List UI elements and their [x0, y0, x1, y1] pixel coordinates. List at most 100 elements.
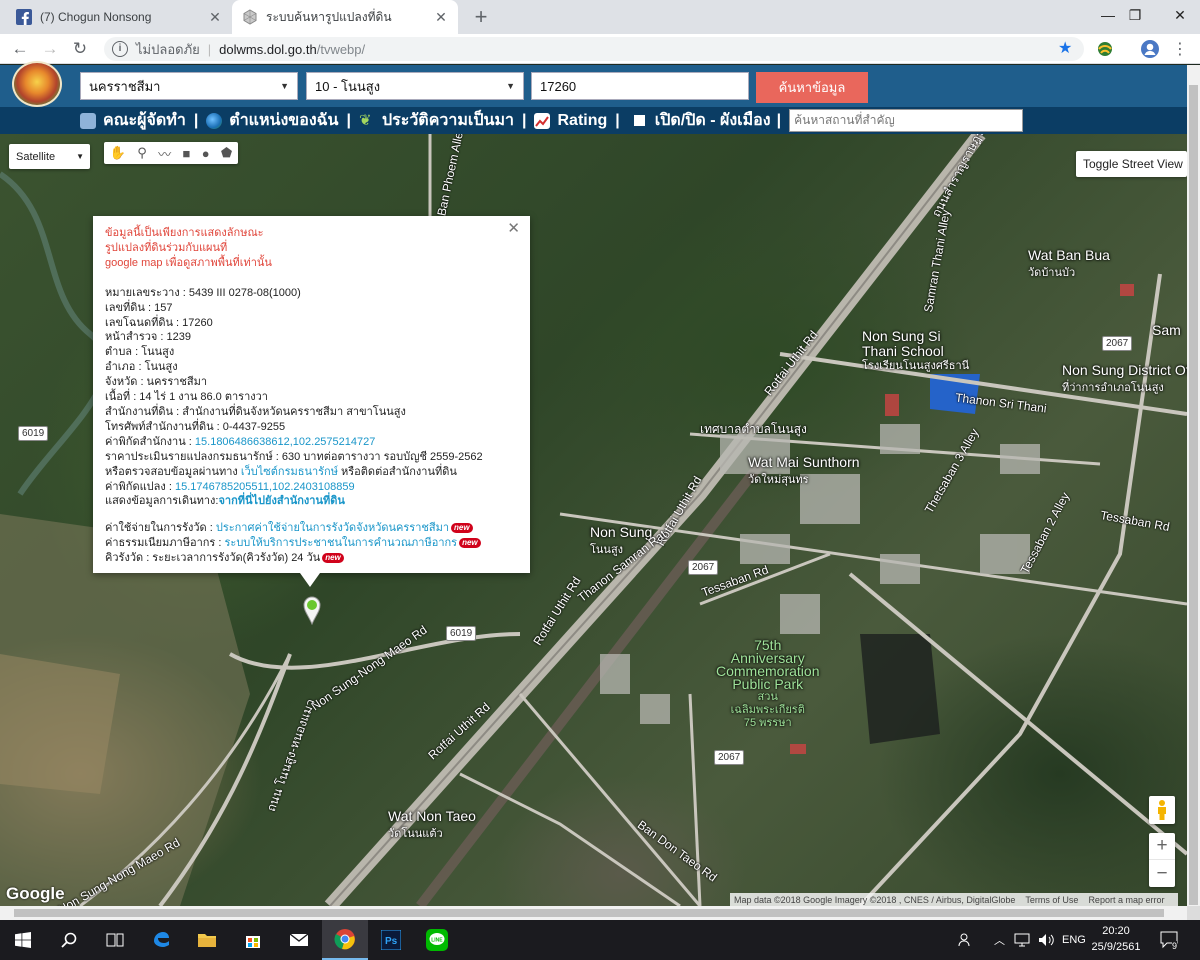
network-icon[interactable]	[1014, 920, 1030, 960]
info-icon[interactable]: i	[112, 41, 128, 57]
close-tab-icon[interactable]: ✕	[434, 9, 448, 26]
new-badge: new	[451, 523, 473, 534]
parcel-info-window: ✕ ข้อมูลนี้เป็นเพียงการแสดงลักษณะ รูปแปล…	[93, 216, 530, 573]
file-explorer-icon[interactable]	[184, 920, 230, 960]
start-windows-icon[interactable]	[0, 920, 46, 960]
marker-tool-icon[interactable]: ⚲	[137, 145, 147, 161]
office-coordinate-link[interactable]: 15.1806486638612,102.2575214727	[195, 436, 375, 448]
satellite-map[interactable]: Wat Ban Bua วัดบ้านบัว Non Sung Si Thani S…	[0, 134, 1187, 906]
task-view-icon[interactable]	[92, 920, 138, 960]
province-select[interactable]: นครราชสีมา ▼	[80, 72, 298, 100]
bookmark-star-icon[interactable]: ★	[1058, 38, 1072, 58]
drawing-toolbar: ✋ ⚲ 〰 ■ ● ⬟	[104, 142, 238, 164]
office-coordinate-label: ค่าพิกัดสำนักงาน :	[105, 435, 195, 448]
zoom-out-button[interactable]: −	[1149, 860, 1175, 887]
survey-fee-row: ค่าใช้จ่ายในการรังวัด : ประกาศค่าใช้จ่าย…	[105, 521, 518, 536]
site-menu-bar: คณะผู้จัดทำ | ตำแหน่งของฉัน | ❦ ประวัติค…	[0, 107, 1187, 134]
map-label-municipality: เทศบาลตำบลโนนสูง	[700, 422, 807, 436]
hand-icon[interactable]: ✋	[110, 145, 126, 161]
forward-icon[interactable]: →	[38, 37, 62, 61]
parcel-number-value: 17260	[540, 78, 577, 94]
photoshop-icon[interactable]: Ps	[368, 920, 414, 960]
notification-count: 9	[1172, 941, 1178, 951]
parcel-number-input[interactable]: 17260	[531, 72, 749, 100]
tab-dol-parcel-search[interactable]: ระบบค้นหารูปแปลงที่ดิน ✕	[232, 0, 458, 34]
vertical-scrollbar[interactable]	[1187, 65, 1200, 906]
svg-text:Ps: Ps	[385, 936, 398, 947]
new-badge: new	[322, 553, 344, 564]
divider: |	[346, 111, 351, 129]
survey-fee-link[interactable]: ประกาศค่าใช้จ่ายในการรังวัดจังหวัดนครราช…	[216, 522, 449, 534]
polyline-tool-icon[interactable]: 〰	[158, 144, 171, 163]
city-plan-checkbox[interactable]	[633, 115, 645, 126]
zoom-in-button[interactable]: +	[1149, 833, 1175, 860]
district-value: 10 - โนนสูง	[315, 78, 381, 94]
menu-item-team[interactable]: คณะผู้จัดทำ	[80, 108, 186, 133]
search-icon[interactable]	[46, 920, 92, 960]
edge-browser-icon[interactable]	[138, 920, 184, 960]
input-language[interactable]: ENG	[1062, 920, 1086, 960]
place-search-input[interactable]: ค้นหาสถานที่สำคัญ	[789, 109, 1024, 132]
restore-button[interactable]: ❐	[1112, 0, 1158, 30]
parcel-marker-icon[interactable]	[302, 595, 322, 625]
line-app-icon[interactable]: LINE	[414, 920, 460, 960]
map-sheet-number: หมายเลขระวาง : 5439 III 0278-08(1000)	[105, 286, 301, 299]
deed-number: เลขโฉนดที่ดิน : 17260	[105, 316, 213, 329]
chrome-app-icon[interactable]	[322, 920, 368, 960]
tax-link[interactable]: ระบบให้บริการประชาชนในการคำนวณภาษีอากร	[225, 537, 458, 549]
treasury-website-link[interactable]: เว็บไซต์กรมธนารักษ์	[241, 466, 338, 478]
mail-icon[interactable]	[276, 920, 322, 960]
menu-item-my-location[interactable]: ตำแหน่งของฉัน	[206, 108, 338, 133]
chrome-menu-icon[interactable]: ⋮	[1168, 37, 1192, 61]
map-label-park: 75th Anniversary Commemoration Public Park …	[716, 637, 820, 729]
province-value: นครราชสีมา	[89, 78, 161, 94]
extension-icon[interactable]	[1097, 41, 1113, 57]
map-type-select[interactable]: Satellite ▼	[9, 144, 90, 169]
map-label-road: Sam	[1152, 322, 1181, 338]
reload-icon[interactable]: ↻	[68, 37, 92, 61]
report-error-link[interactable]: Report a map error	[1088, 895, 1164, 905]
horizontal-scrollbar[interactable]	[0, 906, 1187, 920]
browser-tab-strip: (7) Chogun Nonsong ✕ ระบบค้นหารูปแปลงที่…	[0, 0, 1200, 34]
scrollbar-thumb[interactable]	[1189, 85, 1198, 905]
tab-facebook[interactable]: (7) Chogun Nonsong ✕	[6, 0, 232, 34]
map-label-school: Non Sung Si Thani School โรงเรียนโนนสูงศรี…	[862, 328, 970, 373]
map-data-credit: Map data ©2018 Google Imagery ©2018 , CN…	[734, 894, 1016, 905]
parcel-coordinate-link[interactable]: 15.1746785205511,102.2403108859	[175, 481, 355, 493]
back-icon[interactable]: ←	[8, 37, 32, 61]
profile-avatar-icon[interactable]	[1140, 39, 1160, 59]
route-link[interactable]: จากที่นี่ไปยังสำนักงานที่ดิน	[218, 495, 344, 507]
site-header: นครราชสีมา ▼ 10 - โนนสูง ▼ 17260 ค้นหาข้…	[0, 61, 1187, 107]
rectangle-tool-icon[interactable]: ■	[182, 146, 190, 161]
sprout-icon: ❦	[358, 111, 372, 129]
menu-item-rating[interactable]: Rating	[534, 112, 607, 130]
svg-text:LINE: LINE	[431, 938, 443, 944]
disclaimer-line: รูปแปลงที่ดินร่วมกับแผนที่	[105, 241, 228, 254]
address-bar[interactable]: i ไม่ปลอดภัย | dolwms.dol.go.th /tvwebp/	[104, 37, 1084, 61]
pegman-icon[interactable]	[1149, 796, 1175, 824]
circle-tool-icon[interactable]: ●	[202, 146, 210, 161]
close-window-button[interactable]: ✕	[1157, 0, 1200, 30]
chevron-up-icon[interactable]: ︿	[994, 920, 1005, 960]
system-clock[interactable]: 20:20 25/9/2561	[1088, 923, 1144, 955]
close-icon[interactable]: ✕	[507, 221, 520, 237]
polygon-tool-icon[interactable]: ⬟	[221, 145, 232, 161]
facebook-icon	[16, 9, 32, 25]
volume-icon[interactable]	[1038, 920, 1054, 960]
menu-item-history[interactable]: ❦ ประวัติความเป็นมา	[359, 108, 514, 133]
scrollbar-corner	[1187, 906, 1200, 920]
store-icon[interactable]	[230, 920, 276, 960]
scrollbar-thumb[interactable]	[14, 909, 1164, 917]
close-tab-icon[interactable]: ✕	[208, 9, 222, 26]
route-shield: 2067	[714, 750, 745, 765]
new-tab-button[interactable]: +	[468, 4, 494, 30]
terms-link[interactable]: Terms of Use	[1025, 895, 1078, 905]
district-select[interactable]: 10 - โนนสูง ▼	[306, 72, 524, 100]
zoom-control: + −	[1149, 833, 1175, 887]
people-icon[interactable]	[958, 920, 974, 960]
notification-center-icon[interactable]: 9	[1160, 920, 1185, 960]
toggle-street-view-button[interactable]: Toggle Street View	[1076, 151, 1187, 177]
url-host: dolwms.dol.go.th	[219, 41, 317, 57]
search-button[interactable]: ค้นหาข้อมูล	[756, 72, 868, 103]
route-shield: 6019	[18, 426, 49, 441]
